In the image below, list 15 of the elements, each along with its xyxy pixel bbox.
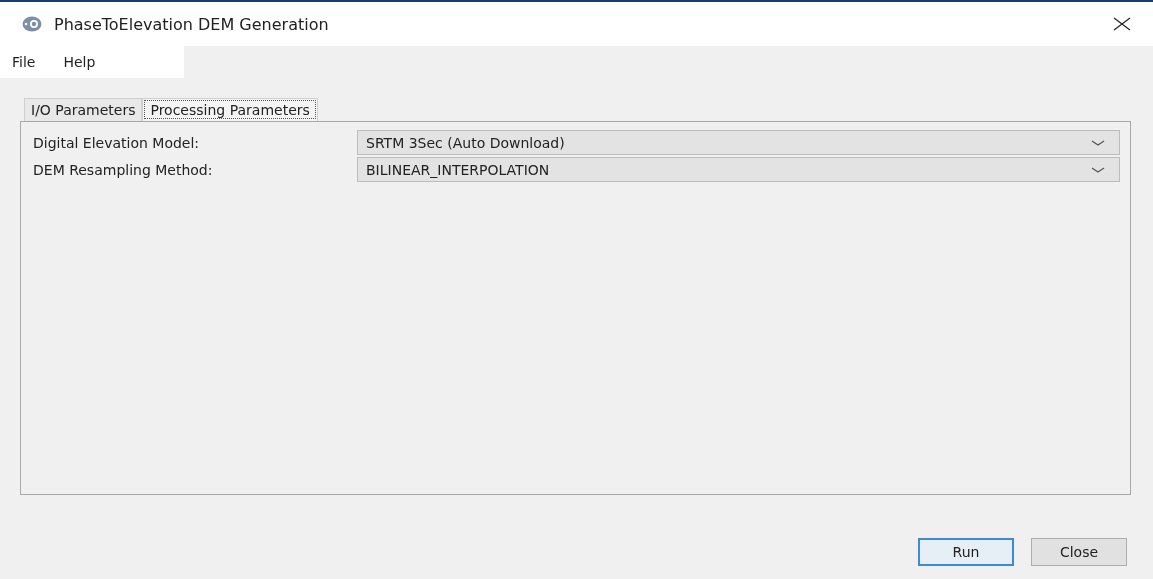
field-label: Digital Elevation Model: [33,134,201,151]
chevron-icon [1091,166,1105,173]
dropdown[interactable]: SRTM 3Sec (Auto Download) [357,130,1120,155]
tab[interactable]: I/O Parameters [24,98,143,121]
window-title: PhaseToElevation DEM Generation [54,14,330,34]
tab[interactable]: Processing Parameters [142,98,318,121]
chevron-icon [1091,139,1105,146]
dialog-button[interactable]: Run [918,538,1014,566]
menu-item[interactable]: Help [63,54,96,70]
dialog-button[interactable]: Close [1031,538,1127,566]
menu-item[interactable]: File [12,54,36,70]
field-label: DEM Resampling Method: [33,161,214,178]
app-logo-icon [22,16,42,32]
close-icon[interactable] [1113,17,1131,31]
dropdown[interactable]: BILINEAR_INTERPOLATION [357,157,1120,182]
